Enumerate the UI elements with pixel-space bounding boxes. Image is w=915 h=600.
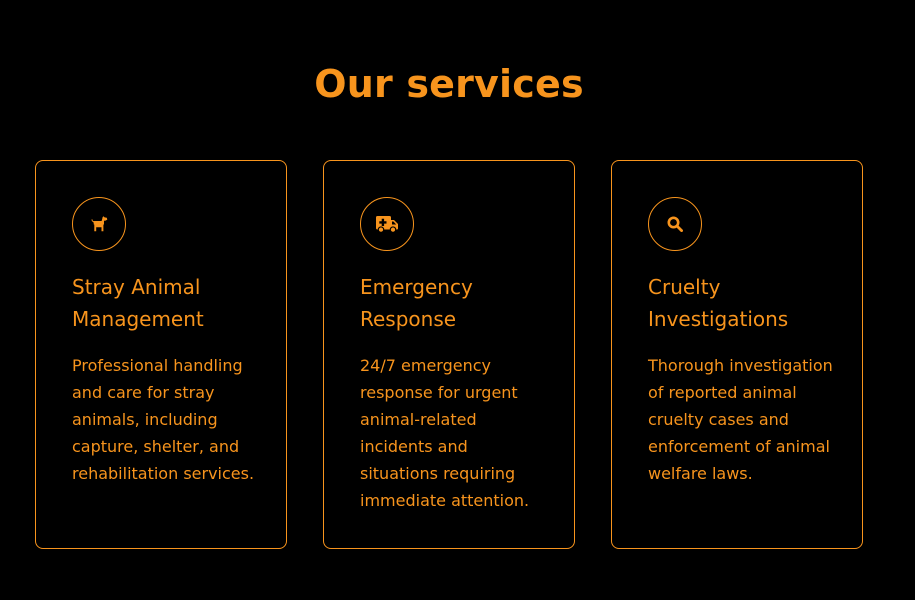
dog-icon <box>72 197 126 251</box>
service-title: Cruelty Investigations <box>648 275 789 331</box>
services-list: Stray Animal Management Professional han… <box>35 160 863 549</box>
service-description: 24/7 emergency response for urgent anima… <box>360 356 530 510</box>
search-icon <box>648 197 702 251</box>
service-description: Thorough investigation of reported anima… <box>648 356 833 483</box>
ambulance-icon <box>360 197 414 251</box>
service-description: Professional handling and care for stray… <box>72 356 255 483</box>
service-card-stray-animal-management: Stray Animal Management Professional han… <box>35 160 287 549</box>
service-card-cruelty-investigations: Cruelty Investigations Thorough investig… <box>611 160 863 549</box>
service-title: Emergency Response <box>360 275 473 331</box>
section-title: Our services <box>314 62 584 106</box>
service-title: Stray Animal Management <box>72 275 204 331</box>
service-card-emergency-response: Emergency Response 24/7 emergency respon… <box>323 160 575 549</box>
